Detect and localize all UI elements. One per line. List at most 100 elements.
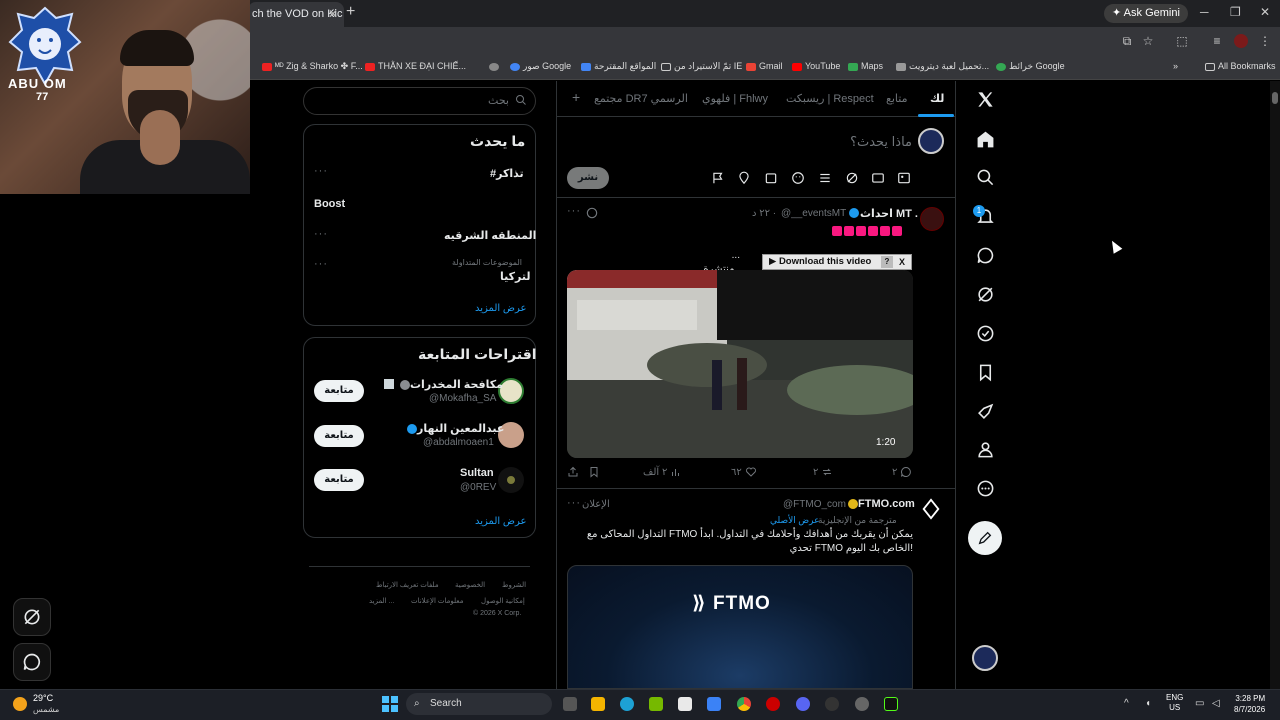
- tweet-time[interactable]: ٢٢ د ·: [752, 208, 776, 219]
- bookmark-action[interactable]: [588, 466, 600, 478]
- close-tab-icon[interactable]: ✕: [328, 2, 338, 27]
- browser-tab[interactable]: ch the VOD on Kic ✕: [248, 2, 344, 27]
- bookmark-google-maps[interactable]: خرائط Google: [996, 61, 1065, 72]
- verified-orgs-icon[interactable]: [975, 323, 995, 343]
- trend-item[interactable]: المنطقه الشرقيه: [444, 229, 536, 242]
- messages-icon[interactable]: [975, 245, 995, 265]
- bookmark-1[interactable]: THẰN XE ĐẠI CHIẾ...: [365, 61, 466, 71]
- post-button[interactable]: نشر: [567, 167, 609, 189]
- poll-icon[interactable]: [818, 171, 832, 185]
- footer-accessibility[interactable]: إمكانية الوصول: [481, 597, 525, 605]
- suggestion-handle[interactable]: @abdalmoaen1: [423, 437, 494, 448]
- flag-icon[interactable]: [711, 171, 725, 185]
- profile-icon[interactable]: [1234, 34, 1248, 48]
- media-icon[interactable]: [897, 171, 911, 185]
- weather-condition[interactable]: مشمس: [33, 705, 59, 714]
- download-help-icon[interactable]: ?: [881, 256, 893, 268]
- tab-search-icon[interactable]: ≡: [1210, 34, 1224, 48]
- search-icon[interactable]: [975, 167, 995, 187]
- language-indicator[interactable]: ENG US: [1166, 693, 1183, 713]
- weather-temp[interactable]: 29°C: [33, 693, 53, 703]
- close-window-icon[interactable]: ✕: [1260, 5, 1270, 19]
- suggestion-name[interactable]: عبدالمعين النهار: [417, 422, 504, 435]
- suggestion-handle[interactable]: @0REV: [460, 482, 496, 493]
- suggestion-avatar[interactable]: [498, 467, 524, 493]
- bookmark-0[interactable]: ᴹᴰ Zig & Sharko ✤ F...: [262, 61, 363, 72]
- compose-post-button[interactable]: [968, 521, 1002, 555]
- volume-icon[interactable]: ◁: [1212, 698, 1220, 709]
- profile-icon[interactable]: [975, 439, 995, 459]
- restore-icon[interactable]: ❐: [1230, 5, 1241, 19]
- taskbar-search[interactable]: ⌕ Search: [406, 693, 552, 715]
- jobs-rocket-icon[interactable]: [975, 401, 995, 421]
- share-action[interactable]: [567, 466, 579, 478]
- tweet-handle[interactable]: @FTMO_com: [783, 499, 846, 510]
- trend-item[interactable]: لتركيا: [500, 270, 530, 283]
- windows-start-icon[interactable]: [382, 696, 398, 712]
- app-wheel-icon[interactable]: [855, 697, 869, 711]
- footer-cookies[interactable]: ملفات تعريف الارتباط: [376, 581, 439, 589]
- trend-more-icon[interactable]: ···: [314, 165, 328, 177]
- sun-icon[interactable]: [13, 697, 27, 711]
- show-original-link[interactable]: عرض الأصلي: [770, 515, 819, 526]
- kick-icon[interactable]: [884, 697, 898, 711]
- scrollbar[interactable]: [1270, 81, 1280, 689]
- edge-icon[interactable]: [620, 697, 634, 711]
- footer-ads-info[interactable]: معلومات الإعلانات: [411, 597, 463, 605]
- all-bookmarks[interactable]: All Bookmarks: [1205, 61, 1276, 71]
- clock[interactable]: 3:28 PM 8/7/2026: [1234, 693, 1265, 715]
- tweet-author-name[interactable]: احداث MT .: [860, 207, 918, 220]
- chrome-icon[interactable]: [737, 697, 751, 711]
- task-view-icon[interactable]: [563, 697, 577, 711]
- suggestion-handle[interactable]: @Mokafha_SA: [429, 393, 496, 404]
- store-icon[interactable]: [678, 697, 692, 711]
- trend-item[interactable]: #تذاكر: [490, 167, 524, 180]
- tab-following[interactable]: متابع: [886, 92, 907, 105]
- grok-tweet-icon[interactable]: [585, 206, 599, 220]
- bookmark-ie-folder[interactable]: تمّ الاستيراد من IE: [661, 61, 742, 72]
- trending-show-more[interactable]: عرض المزيد: [475, 303, 527, 314]
- tweet-more-icon[interactable]: ···: [567, 205, 581, 217]
- reply-action[interactable]: ٢: [892, 466, 912, 478]
- bookmarks-overflow-icon[interactable]: »: [1173, 61, 1178, 71]
- menu-icon[interactable]: ⋮: [1258, 34, 1272, 48]
- compose-input[interactable]: ماذا يحدث؟: [760, 134, 912, 150]
- scrollbar-thumb[interactable]: [1272, 92, 1278, 104]
- bookmark-detroit[interactable]: تحميل لعبة ديترويت...: [896, 61, 989, 72]
- tweet-more-icon[interactable]: ···: [567, 497, 581, 509]
- bookmark-2[interactable]: [489, 61, 502, 71]
- download-video-bar[interactable]: ▶ Download this video ? X: [762, 254, 912, 270]
- schedule-icon[interactable]: [764, 171, 778, 185]
- bookmark-youtube[interactable]: YouTube: [792, 61, 840, 71]
- footer-terms[interactable]: الشروط: [502, 581, 526, 589]
- tweet-handle[interactable]: @__eventsMT: [781, 208, 846, 219]
- grok-floating-icon[interactable]: [13, 598, 51, 636]
- tab-for-you[interactable]: لك: [930, 92, 944, 105]
- mic-icon[interactable]: ◖: [1145, 698, 1151, 709]
- home-icon[interactable]: [975, 129, 995, 149]
- search-input[interactable]: بحث: [303, 87, 536, 115]
- suggestions-show-more[interactable]: عرض المزيد: [475, 516, 527, 527]
- bookmark-google-images[interactable]: صور Google: [510, 61, 571, 72]
- tab-respect[interactable]: ريسبكت | Respect: [786, 92, 874, 105]
- bookmarks-icon[interactable]: [975, 362, 995, 382]
- tweet-avatar[interactable]: [920, 207, 944, 231]
- grok-compose-icon[interactable]: [845, 171, 859, 185]
- tab-fhlwy[interactable]: فلهوي | Fhlwy: [702, 92, 768, 105]
- suggestion-name[interactable]: Sultan: [460, 467, 494, 479]
- minimize-icon[interactable]: ─: [1200, 5, 1209, 19]
- retweet-action[interactable]: ٢: [813, 466, 833, 478]
- follow-button[interactable]: متابعة: [314, 425, 364, 447]
- tweet-author-name[interactable]: FTMO.com: [858, 498, 915, 510]
- bookmark-maps[interactable]: Maps: [848, 61, 883, 71]
- tray-overflow-icon[interactable]: ^: [1124, 698, 1129, 709]
- discord-icon[interactable]: [796, 697, 810, 711]
- download-close-icon[interactable]: X: [896, 256, 908, 268]
- follow-button[interactable]: متابعة: [314, 469, 364, 491]
- file-explorer-icon[interactable]: [591, 697, 605, 711]
- footer-privacy[interactable]: الخصوصية: [455, 581, 485, 589]
- like-action[interactable]: ٦٢: [731, 466, 757, 478]
- views-action[interactable]: ٢ آلف: [643, 466, 682, 478]
- messages-floating-icon[interactable]: [13, 643, 51, 681]
- grok-icon[interactable]: [975, 284, 995, 304]
